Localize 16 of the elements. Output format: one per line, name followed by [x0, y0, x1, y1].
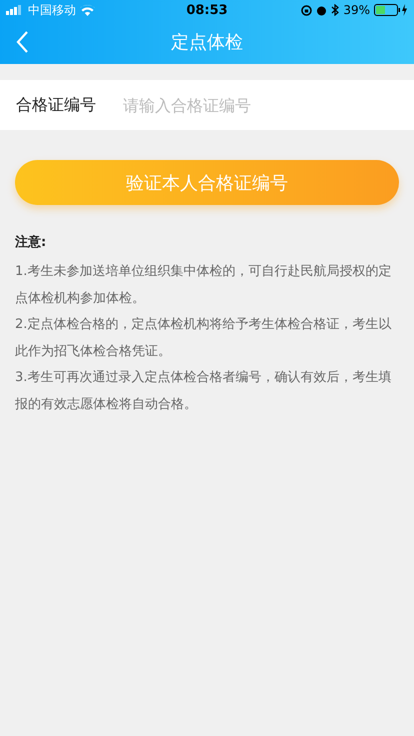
- notice-paragraph: 2.定点体检合格的，定点体检机构将给予考生体检合格证，考生以此作为招飞体检合格凭证。: [15, 316, 392, 360]
- notice-paragraph: 3.考生可再次通过录入定点体检合格者编号，确认有效后，考生填报的有效志愿体检将自动合格。: [15, 369, 392, 414]
- input-field[interactable]: 请输入合格证编号: [121, 94, 398, 116]
- page-title: 定点体检: [171, 31, 243, 54]
- carrier-name: 中国移动: [28, 2, 76, 18]
- field-label: 合格证编号: [16, 94, 97, 116]
- back-icon[interactable]: [16, 31, 29, 53]
- notice-title: 注意:: [15, 234, 48, 251]
- status-time: 08:53: [186, 2, 228, 18]
- battery-percent: 39%: [343, 3, 370, 17]
- certificate-input-row[interactable]: 合格证编号 请输入合格证编号: [0, 80, 414, 130]
- battery-charging-icon: [374, 4, 408, 16]
- notice-paragraph: 1.考生未参加送培单位组织集中体检的，可自行赴民航局授权的定点体检机构参加体检。: [15, 263, 392, 308]
- signal-icon: [6, 5, 24, 15]
- bluetooth-icon: [331, 4, 340, 16]
- wifi-icon: [80, 4, 95, 16]
